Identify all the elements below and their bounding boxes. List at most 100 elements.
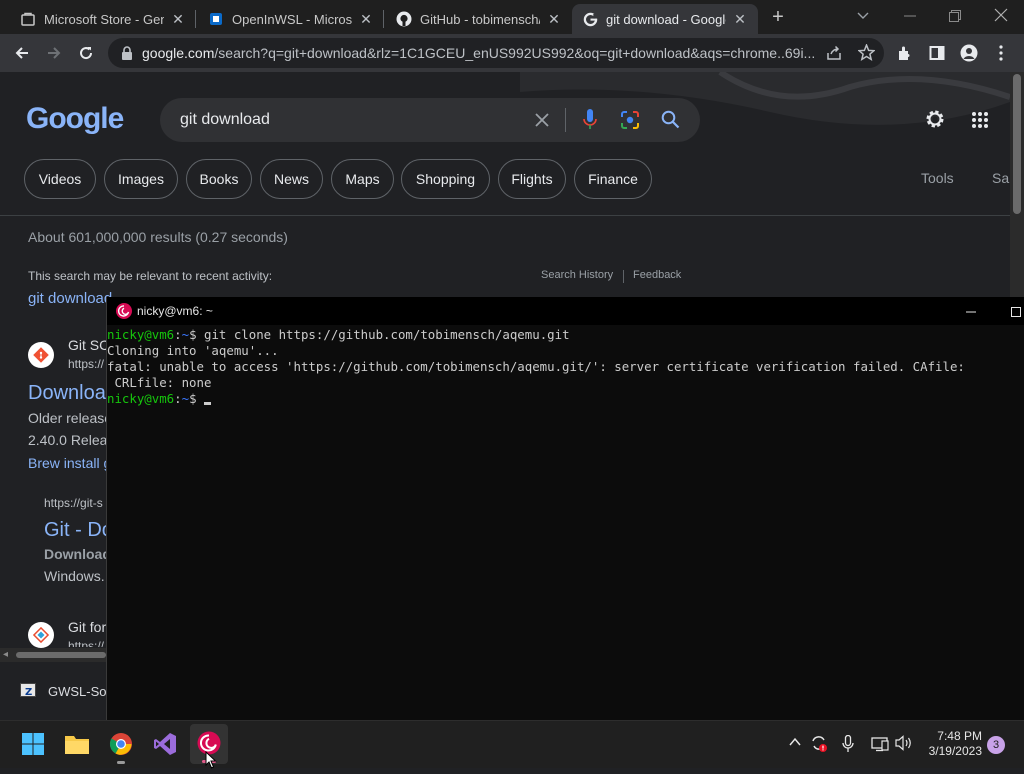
google-doodle-logo[interactable]: Google: [26, 102, 124, 136]
prompt-user: nicky@vm6: [107, 327, 175, 342]
new-tab-button[interactable]: +: [767, 6, 789, 28]
clock[interactable]: 7:48 PM 3/19/2023: [924, 729, 982, 759]
chrome-menu-icon[interactable]: [988, 40, 1014, 66]
tab-title: git download - Google: [606, 11, 726, 27]
prompt-path: ~: [181, 391, 190, 406]
close-icon[interactable]: ✕: [170, 11, 186, 28]
windows-start-icon[interactable]: [20, 731, 46, 757]
tab-github[interactable]: GitHub - tobimensch/a ✕: [386, 4, 572, 34]
microphone-icon[interactable]: [583, 109, 597, 136]
show-hidden-icons-chevron-icon[interactable]: [788, 735, 802, 752]
lock-icon[interactable]: [121, 46, 133, 65]
scroll-left-icon[interactable]: ◂: [3, 649, 8, 660]
running-indicator: [117, 761, 125, 764]
chip-books[interactable]: Books: [186, 159, 252, 199]
terminal-output[interactable]: nicky@vm6:~$ git clone https://github.co…: [107, 327, 1024, 719]
close-icon[interactable]: ✕: [358, 11, 374, 28]
tab-microsoft-store[interactable]: Microsoft Store - Gene ✕: [10, 4, 196, 34]
browser-tab-strip: Microsoft Store - Gene ✕ OpenInWSL - Mic…: [0, 0, 1024, 34]
prompt-dollar: $: [189, 391, 204, 406]
bookmark-star-icon[interactable]: [857, 43, 876, 66]
result-url: https://: [68, 357, 105, 371]
scrollbar-thumb[interactable]: [16, 652, 106, 658]
url-path: /search?q=git+download&rlz=1C1GCEU_enUS9…: [214, 45, 816, 61]
address-bar[interactable]: google.com/search?q=git+download&rlz=1C1…: [108, 38, 884, 68]
tab-divider: [383, 10, 384, 28]
feedback-link[interactable]: Feedback: [633, 269, 681, 281]
chip-finance[interactable]: Finance: [574, 159, 652, 199]
recent-activity-label: This search may be relevant to recent ac…: [28, 269, 273, 283]
debian-swirl-icon: [116, 303, 132, 324]
result-stats: About 601,000,000 results (0.27 seconds): [28, 229, 288, 245]
google-lens-icon[interactable]: [620, 110, 640, 135]
horizontal-scrollbar[interactable]: ◂: [0, 648, 106, 662]
close-window-icon[interactable]: [994, 8, 1008, 27]
search-bar[interactable]: git download: [160, 98, 700, 142]
clock-date: 3/19/2023: [928, 744, 982, 758]
tab-divider: [195, 10, 196, 28]
terminal-maximize-icon[interactable]: [1010, 305, 1022, 323]
terminal-window[interactable]: nicky@vm6: ~ nicky@vm6:~$ git clone http…: [106, 297, 1024, 720]
prompt-path: ~: [181, 327, 190, 342]
tab-search-icon[interactable]: [856, 8, 870, 27]
github-icon: [396, 11, 412, 27]
minimize-icon[interactable]: [903, 6, 917, 31]
apps-grid-icon[interactable]: [971, 111, 989, 134]
result-snippet: Older release: [28, 410, 113, 426]
share-icon[interactable]: [826, 45, 842, 66]
extensions-icon[interactable]: [892, 40, 918, 66]
tools-button[interactable]: Tools: [921, 170, 954, 186]
file-explorer-icon[interactable]: [64, 731, 90, 757]
terminal-line: nicky@vm6:~$: [107, 391, 1024, 407]
tab-google-search[interactable]: git download - Google ✕: [572, 4, 758, 34]
safesearch-button[interactable]: Sa: [992, 170, 1009, 186]
result-snippet: 2.40.0 Relea: [28, 432, 108, 448]
result-url: https://git-s: [44, 496, 103, 510]
terminal-minimize-icon[interactable]: [965, 305, 977, 323]
prompt-dollar: $: [189, 327, 204, 342]
clear-icon[interactable]: [534, 112, 550, 133]
terminal-titlebar[interactable]: nicky@vm6: ~: [107, 297, 1024, 325]
reload-icon[interactable]: [73, 40, 99, 66]
visual-studio-icon[interactable]: [152, 731, 178, 757]
chip-flights[interactable]: Flights: [498, 159, 566, 199]
result-sublink[interactable]: Brew install g: [28, 455, 111, 471]
chrome-icon[interactable]: [108, 731, 134, 764]
network-icon[interactable]: [871, 736, 889, 755]
openinwsl-icon: [208, 11, 224, 27]
chip-images[interactable]: Images: [104, 159, 178, 199]
microphone-icon[interactable]: [842, 734, 854, 756]
close-icon[interactable]: ✕: [732, 11, 748, 28]
git-for-windows-favicon: [28, 622, 54, 648]
side-panel-icon[interactable]: [924, 40, 950, 66]
url-text[interactable]: google.com/search?q=git+download&rlz=1C1…: [142, 45, 822, 61]
search-divider: [565, 108, 566, 132]
tab-openinwsl[interactable]: OpenInWSL - Microsoft ✕: [198, 4, 384, 34]
mouse-cursor-icon: [205, 750, 217, 774]
restore-icon[interactable]: [949, 9, 961, 27]
search-icon[interactable]: [661, 110, 680, 134]
chip-news[interactable]: News: [260, 159, 323, 199]
chip-shopping[interactable]: Shopping: [401, 159, 490, 199]
notification-badge[interactable]: 3: [987, 736, 1005, 754]
terminal-cursor: [204, 402, 211, 405]
result-title-link[interactable]: Git - Do: [44, 519, 113, 542]
chip-videos[interactable]: Videos: [24, 159, 96, 199]
git-scm-favicon: [28, 342, 54, 368]
result-site-name: Git for: [68, 619, 107, 635]
result-title-link[interactable]: Download: [28, 382, 117, 405]
search-history-link[interactable]: Search History: [541, 269, 613, 281]
clock-time: 7:48 PM: [937, 729, 982, 743]
volume-icon[interactable]: [895, 735, 913, 754]
back-arrow-icon[interactable]: [9, 40, 35, 66]
chip-maps[interactable]: Maps: [331, 159, 394, 199]
forward-arrow-icon[interactable]: [41, 40, 67, 66]
scrollbar-thumb[interactable]: [1013, 74, 1021, 214]
recent-search-link[interactable]: git download: [28, 290, 112, 307]
sync-icon[interactable]: [810, 734, 828, 755]
profile-avatar-icon[interactable]: [956, 40, 982, 66]
close-icon[interactable]: ✕: [546, 11, 562, 28]
settings-gear-icon[interactable]: [924, 108, 946, 135]
gwsl-label[interactable]: GWSL-Sou: [48, 684, 114, 699]
search-input[interactable]: git download: [180, 111, 270, 129]
